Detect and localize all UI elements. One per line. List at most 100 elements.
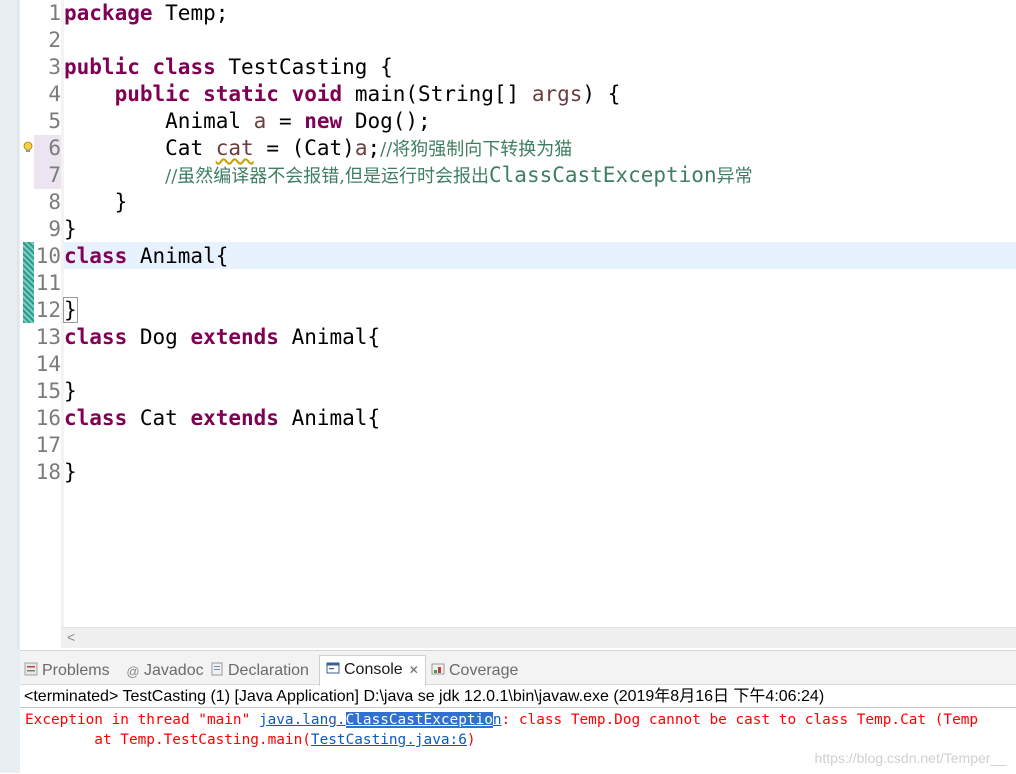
stacktrace-line-1: Exception in thread "main" java.lang.Cla…: [25, 710, 978, 730]
problems-icon: [24, 662, 38, 676]
line-number: 16: [35, 406, 61, 430]
exception-link[interactable]: n: [493, 712, 502, 728]
code-text: Dog: [127, 325, 191, 349]
code-text: ) {: [582, 82, 621, 106]
code-text: }: [64, 379, 77, 403]
scroll-left-icon[interactable]: <: [67, 629, 75, 645]
selected-text[interactable]: ClassCastExceptio: [345, 712, 493, 728]
code-line-5: Animal a = new Dog();: [64, 108, 431, 135]
source-link[interactable]: TestCasting.java:6: [311, 732, 467, 748]
change-marker: [23, 242, 34, 323]
tab-declaration[interactable]: Declaration: [210, 657, 309, 684]
exception-link[interactable]: java.lang.: [259, 712, 346, 728]
code-text: TestCasting {: [215, 55, 393, 79]
code-text: Animal{: [127, 244, 229, 268]
variable: a: [253, 109, 267, 133]
error-text: at Temp.TestCasting.main(: [25, 732, 311, 748]
stacktrace-line-2: at Temp.TestCasting.main(TestCasting.jav…: [25, 730, 476, 750]
line-number: 2: [48, 28, 61, 52]
line-number: 3: [48, 55, 61, 79]
code-text: Dog();: [342, 109, 431, 133]
line-number: 12: [35, 298, 61, 322]
keyword: package: [64, 1, 153, 25]
error-text: : class Temp.Dog cannot be cast to class…: [501, 712, 979, 728]
variable: args: [531, 82, 583, 106]
line-number: 8: [48, 190, 61, 214]
comment: //将狗强制向下转换为猫: [380, 139, 573, 160]
warning-lightbulb-icon[interactable]: [22, 141, 34, 153]
divider: [20, 707, 1016, 708]
code-text: }: [64, 460, 77, 484]
code-line-1: package Temp;: [64, 0, 228, 27]
line-number: 15: [35, 379, 61, 403]
line-number: 7: [34, 162, 61, 189]
code-line-12: }: [63, 297, 78, 324]
code-text: Animal{: [278, 325, 381, 349]
code-line-15: }: [64, 378, 77, 405]
line-number: 9: [48, 217, 61, 241]
close-icon[interactable]: ✕: [409, 663, 419, 677]
keyword: void: [291, 82, 343, 106]
code-text: =: [266, 109, 305, 133]
tab-console[interactable]: Console ✕: [319, 655, 426, 686]
line-number: 4: [48, 82, 61, 106]
console-status: <terminated> TestCasting (1) [Java Appli…: [24, 688, 825, 705]
keyword: class: [152, 55, 216, 79]
tab-javadoc[interactable]: @ Javadoc: [126, 657, 204, 684]
error-text: ): [466, 732, 476, 748]
code-text: Cat: [165, 136, 216, 160]
code-line-18: }: [64, 459, 77, 486]
tab-coverage[interactable]: Coverage: [431, 657, 518, 684]
javadoc-icon: @: [126, 664, 140, 679]
code-text: }: [114, 190, 128, 214]
comment: ClassCastException: [489, 163, 717, 187]
line-number: 11: [35, 271, 61, 295]
error-text: Exception in thread "main": [25, 712, 259, 728]
workbench-left-strip: [0, 0, 20, 773]
variable-warning[interactable]: cat: [216, 136, 254, 160]
code-line-16: class Cat extends Animal{: [64, 405, 380, 432]
comment: //虽然编译器不会报错,但是运行时会报出: [165, 166, 490, 187]
tab-label: Declaration: [228, 662, 309, 679]
line-number: 5: [48, 109, 61, 133]
horizontal-scrollbar[interactable]: <: [61, 627, 1016, 648]
code-line-9: }: [64, 216, 77, 243]
tab-label: Coverage: [449, 662, 519, 679]
line-number: 10: [35, 244, 61, 268]
code-text: }: [64, 217, 77, 241]
code-line-8: }: [64, 189, 128, 216]
keyword: extends: [190, 406, 279, 430]
keyword: class: [64, 325, 128, 349]
code-text: Temp;: [152, 1, 229, 25]
code-line-7: //虽然编译器不会报错,但是运行时会报出ClassCastException异常: [64, 162, 753, 189]
code-text: Cat: [127, 406, 191, 430]
line-number: 1: [48, 1, 61, 25]
overview-ruler: [20, 0, 34, 627]
code-line-4: public static void main(String[] args) {: [64, 81, 621, 108]
line-number: 13: [35, 325, 61, 349]
code-line-10: class Animal{: [64, 243, 228, 270]
keyword: new: [304, 109, 343, 133]
line-number: 14: [35, 352, 61, 376]
console-icon: [326, 662, 340, 674]
comment: 异常: [716, 166, 753, 187]
code-line-13: class Dog extends Animal{: [64, 324, 380, 351]
keyword: extends: [190, 325, 279, 349]
code-line-3: public class TestCasting {: [64, 54, 393, 81]
code-text: = (Cat): [253, 136, 355, 160]
tab-problems[interactable]: Problems: [24, 657, 110, 684]
line-number: 17: [35, 433, 61, 457]
line-number: 6: [34, 135, 61, 162]
matching-bracket: }: [63, 297, 78, 323]
variable: a: [354, 136, 368, 160]
watermark: https://blog.csdn.net/Temper__: [814, 750, 1006, 766]
tab-label: Problems: [42, 662, 110, 679]
coverage-icon: [431, 663, 445, 675]
code-text: ;: [367, 136, 381, 160]
code-text: Animal: [165, 109, 254, 133]
tab-label: Javadoc: [144, 662, 204, 679]
keyword: public: [64, 55, 140, 79]
code-editor[interactable]: 1 2 3 4 5 6 7 8 9 10 11 12 13 14 15 16 1…: [20, 0, 1016, 650]
bottom-panel: Problems @ Javadoc Declaration Console ✕ C…: [20, 650, 1016, 774]
line-number: 18: [35, 460, 61, 484]
